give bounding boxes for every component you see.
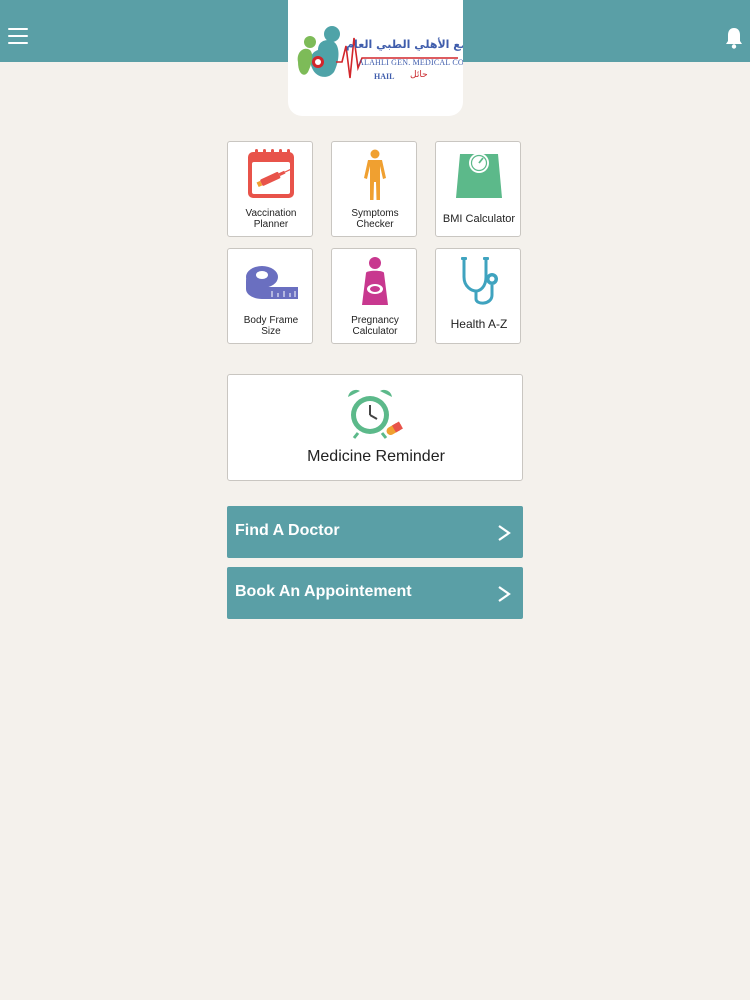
vaccination-calendar-icon [248, 149, 294, 198]
chevron-right-icon [498, 525, 511, 541]
tile-label: Health A-Z [450, 317, 508, 331]
tile-label: Pregnancy Calculator [351, 315, 399, 337]
logo-arabic-name: مجمع الأهلي الطبي العام [346, 38, 463, 51]
home-screen: مجمع الأهلي الطبي العام ALAHLI GEN. MEDI… [0, 0, 750, 1000]
vaccination-planner-tile[interactable]: Vaccination Planner [227, 141, 313, 237]
find-a-doctor-label: Find A Doctor [235, 522, 340, 539]
bell-icon[interactable] [724, 26, 744, 50]
tile-label: Vaccination Planner [245, 208, 297, 230]
medicine-reminder-card[interactable]: Medicine Reminder [227, 374, 523, 481]
hamburger-menu-icon[interactable] [8, 28, 28, 46]
pregnant-woman-icon [362, 257, 388, 305]
tile-label: Symptoms Checker [351, 208, 399, 230]
chevron-right-icon [498, 586, 511, 602]
tile-label: Body Frame Size [243, 315, 299, 337]
logo-city-arabic: حائل [410, 70, 428, 80]
measuring-tape-icon [246, 266, 298, 299]
logo-city-english: HAIL [374, 72, 395, 81]
weight-scale-icon [456, 153, 502, 198]
book-appointment-label: Book An Appointement [235, 583, 412, 600]
logo-english-name: ALAHLI GEN. MEDICAL COMPLEX [358, 58, 463, 67]
book-appointment-button[interactable]: Book An Appointement [227, 567, 523, 619]
tile-label: BMI Calculator [442, 213, 516, 225]
symptoms-checker-tile[interactable]: Symptoms Checker [331, 141, 417, 237]
bmi-calculator-tile[interactable]: BMI Calculator [435, 141, 521, 237]
find-a-doctor-button[interactable]: Find A Doctor [227, 506, 523, 558]
body-frame-size-tile[interactable]: Body Frame Size [227, 248, 313, 344]
medicine-reminder-label: Medicine Reminder [307, 448, 445, 465]
pregnancy-calculator-tile[interactable]: Pregnancy Calculator [331, 248, 417, 344]
alarm-clock-pill-icon [348, 389, 403, 439]
stethoscope-icon [461, 257, 498, 305]
health-a-z-tile[interactable]: Health A-Z [435, 248, 521, 344]
human-body-icon [364, 149, 386, 200]
hospital-logo: مجمع الأهلي الطبي العام ALAHLI GEN. MEDI… [288, 0, 463, 116]
